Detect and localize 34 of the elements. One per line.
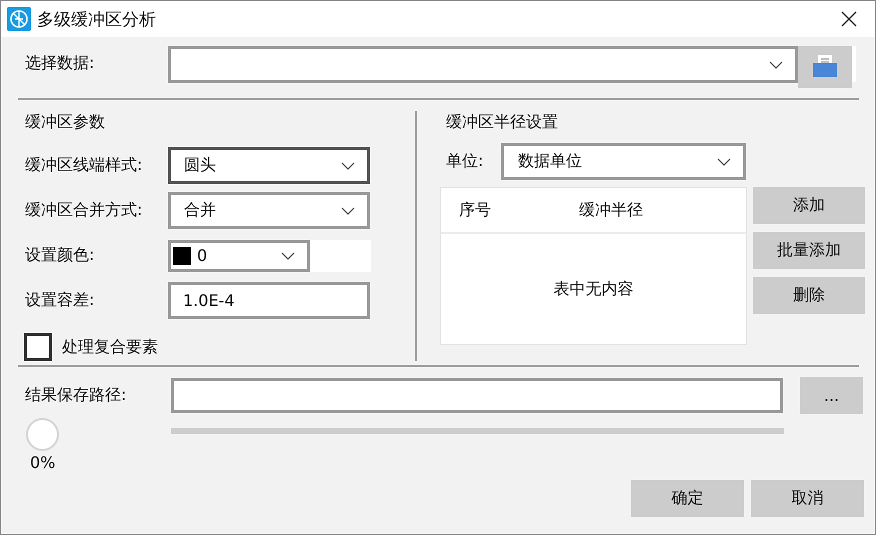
color-dropdown[interactable]: 0 xyxy=(168,240,310,272)
app-logo-icon xyxy=(7,7,31,31)
data-combo[interactable] xyxy=(168,46,798,83)
column-header: 缓冲半径 xyxy=(579,200,643,220)
section-heading: 缓冲区半径设置 xyxy=(445,112,559,133)
field-label: 设置容差: xyxy=(24,290,96,311)
column-header: 序号 xyxy=(459,200,492,220)
field-label: 结果保存路径: xyxy=(24,385,128,406)
dropdown[interactable]: 数据单位 xyxy=(501,143,746,180)
field-label: 选择数据: xyxy=(24,52,96,74)
action-button[interactable]: 批量添加 xyxy=(753,232,865,269)
field-label: 设置颜色: xyxy=(24,245,96,266)
progress-ring-icon xyxy=(26,418,59,451)
tray-icon xyxy=(812,54,838,78)
empty-message: 表中无内容 xyxy=(554,278,634,300)
input-field[interactable] xyxy=(171,378,783,413)
dialog-button[interactable]: 取消 xyxy=(751,480,864,517)
dropdown[interactable]: 圆头 xyxy=(168,147,370,184)
dialog-button[interactable]: 确定 xyxy=(631,480,744,517)
browse-button[interactable]: ... xyxy=(800,377,863,414)
dropdown[interactable]: 合并 xyxy=(168,192,370,229)
input-field[interactable]: 1.0E-4 xyxy=(168,282,370,319)
field-label: 单位: xyxy=(445,151,484,172)
checkbox-label: 处理复合要素 xyxy=(62,336,158,358)
window-title: 多级缓冲区分析 xyxy=(37,8,157,30)
section-heading: 缓冲区参数 xyxy=(24,112,106,133)
progress-text: 0% xyxy=(30,453,56,472)
field-label: 缓冲区线端样式: xyxy=(24,155,144,176)
action-button[interactable]: 添加 xyxy=(753,187,865,224)
close-icon[interactable] xyxy=(841,11,857,27)
checkbox[interactable] xyxy=(24,333,52,361)
open-data-button[interactable] xyxy=(798,46,852,88)
field-label: 缓冲区合并方式: xyxy=(24,200,144,221)
action-button[interactable]: 删除 xyxy=(753,277,865,314)
